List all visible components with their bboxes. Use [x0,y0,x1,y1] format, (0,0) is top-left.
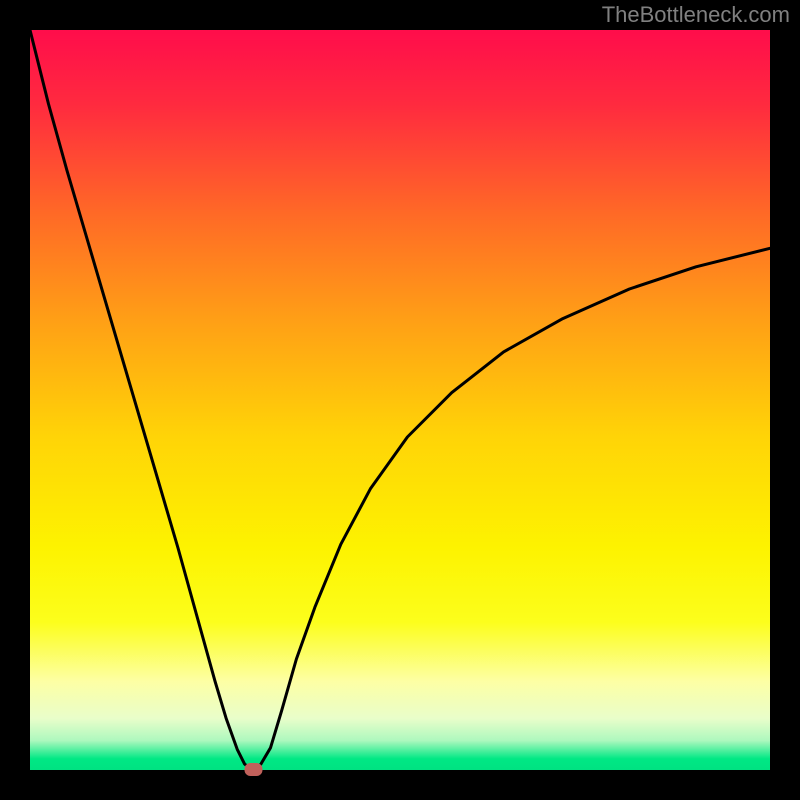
chart-container: TheBottleneck.com [0,0,800,800]
plot-background [30,30,770,770]
optimum-marker [245,763,263,776]
chart-svg [0,0,800,800]
watermark-text: TheBottleneck.com [602,2,790,28]
